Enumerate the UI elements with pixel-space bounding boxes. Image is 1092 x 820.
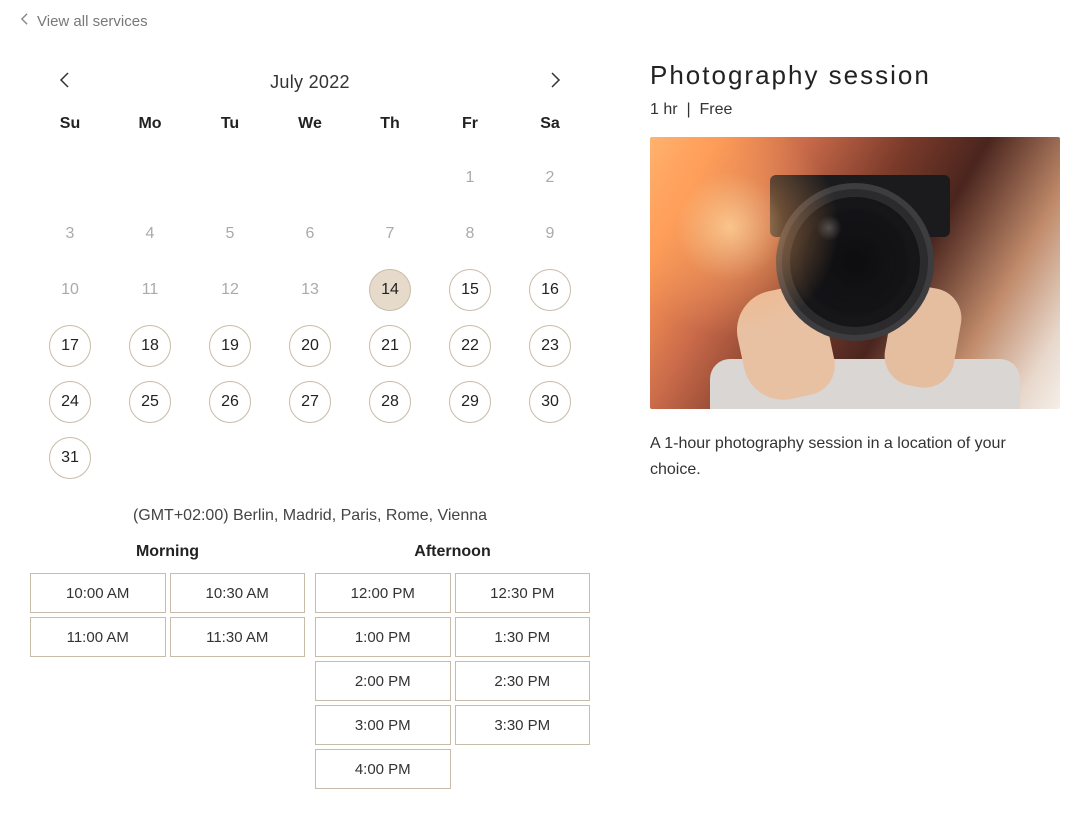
calendar-day[interactable]: 19 xyxy=(209,325,251,367)
service-description: A 1-hour photography session in a locati… xyxy=(650,431,1060,482)
calendar-day[interactable]: 25 xyxy=(129,381,171,423)
calendar-day[interactable]: 30 xyxy=(529,381,571,423)
morning-slot-grid: 10:00 AM10:30 AM11:00 AM11:30 AM xyxy=(30,573,305,657)
back-link-label: View all services xyxy=(37,13,148,30)
afternoon-slot-grid: 12:00 PM12:30 PM1:00 PM1:30 PM2:00 PM2:3… xyxy=(315,573,590,789)
calendar-grid: SuMoTuWeThFrSa12345678910111213141516171… xyxy=(30,115,590,479)
calendar-day: 6 xyxy=(289,213,331,255)
calendar-day: 7 xyxy=(369,213,411,255)
calendar-blank xyxy=(350,157,430,199)
calendar-dow: Sa xyxy=(510,115,590,143)
calendar-day: 1 xyxy=(449,157,491,199)
calendar-day: 5 xyxy=(209,213,251,255)
afternoon-title: Afternoon xyxy=(315,543,590,561)
time-slot-button[interactable]: 11:00 AM xyxy=(30,617,166,657)
calendar-day[interactable]: 22 xyxy=(449,325,491,367)
time-slot-button[interactable]: 1:30 PM xyxy=(455,617,591,657)
calendar-day[interactable]: 23 xyxy=(529,325,571,367)
calendar-day: 4 xyxy=(129,213,171,255)
calendar-prev-button[interactable] xyxy=(58,70,72,95)
calendar-day: 3 xyxy=(49,213,91,255)
calendar-day: 2 xyxy=(529,157,571,199)
time-slot-button[interactable]: 12:30 PM xyxy=(455,573,591,613)
chevron-left-icon xyxy=(20,12,29,30)
calendar-day[interactable]: 26 xyxy=(209,381,251,423)
calendar-day[interactable]: 20 xyxy=(289,325,331,367)
calendar-day[interactable]: 15 xyxy=(449,269,491,311)
calendar-day: 13 xyxy=(289,269,331,311)
time-slot-button[interactable]: 1:00 PM xyxy=(315,617,451,657)
calendar-day[interactable]: 14 xyxy=(369,269,411,311)
time-slot-button[interactable]: 10:00 AM xyxy=(30,573,166,613)
time-slot-button[interactable]: 3:00 PM xyxy=(315,705,451,745)
calendar-month-label: July 2022 xyxy=(270,72,350,93)
calendar-next-button[interactable] xyxy=(548,70,562,95)
service-image xyxy=(650,137,1060,409)
calendar-day[interactable]: 16 xyxy=(529,269,571,311)
time-slot-button[interactable]: 12:00 PM xyxy=(315,573,451,613)
calendar-day[interactable]: 17 xyxy=(49,325,91,367)
calendar-blank xyxy=(190,157,270,199)
calendar-day: 8 xyxy=(449,213,491,255)
calendar-day[interactable]: 28 xyxy=(369,381,411,423)
calendar-day: 11 xyxy=(129,269,171,311)
service-price: Free xyxy=(700,101,733,118)
calendar-day[interactable]: 21 xyxy=(369,325,411,367)
calendar-dow: Fr xyxy=(430,115,510,143)
calendar-dow: We xyxy=(270,115,350,143)
calendar-blank xyxy=(270,157,350,199)
calendar-day[interactable]: 29 xyxy=(449,381,491,423)
service-meta: 1 hr | Free xyxy=(650,101,1062,119)
calendar-day[interactable]: 27 xyxy=(289,381,331,423)
meta-separator: | xyxy=(686,101,690,118)
calendar-dow: Th xyxy=(350,115,430,143)
back-to-services-link[interactable]: View all services xyxy=(0,0,1092,30)
calendar-day: 12 xyxy=(209,269,251,311)
time-slot-button[interactable]: 4:00 PM xyxy=(315,749,451,789)
time-slot-button[interactable]: 2:30 PM xyxy=(455,661,591,701)
service-title: Photography session xyxy=(650,60,1062,91)
calendar-day: 9 xyxy=(529,213,571,255)
timezone-label: (GMT+02:00) Berlin, Madrid, Paris, Rome,… xyxy=(30,507,590,525)
service-duration: 1 hr xyxy=(650,101,678,118)
time-slot-button[interactable]: 11:30 AM xyxy=(170,617,306,657)
calendar-day[interactable]: 31 xyxy=(49,437,91,479)
calendar-blank xyxy=(110,157,190,199)
calendar-day[interactable]: 18 xyxy=(129,325,171,367)
morning-title: Morning xyxy=(30,543,305,561)
time-slot-button[interactable]: 10:30 AM xyxy=(170,573,306,613)
calendar-day[interactable]: 24 xyxy=(49,381,91,423)
calendar-dow: Mo xyxy=(110,115,190,143)
calendar-day: 10 xyxy=(49,269,91,311)
time-slot-button[interactable]: 3:30 PM xyxy=(455,705,591,745)
time-slot-button[interactable]: 2:00 PM xyxy=(315,661,451,701)
calendar-dow: Su xyxy=(30,115,110,143)
calendar-blank xyxy=(30,157,110,199)
calendar-dow: Tu xyxy=(190,115,270,143)
